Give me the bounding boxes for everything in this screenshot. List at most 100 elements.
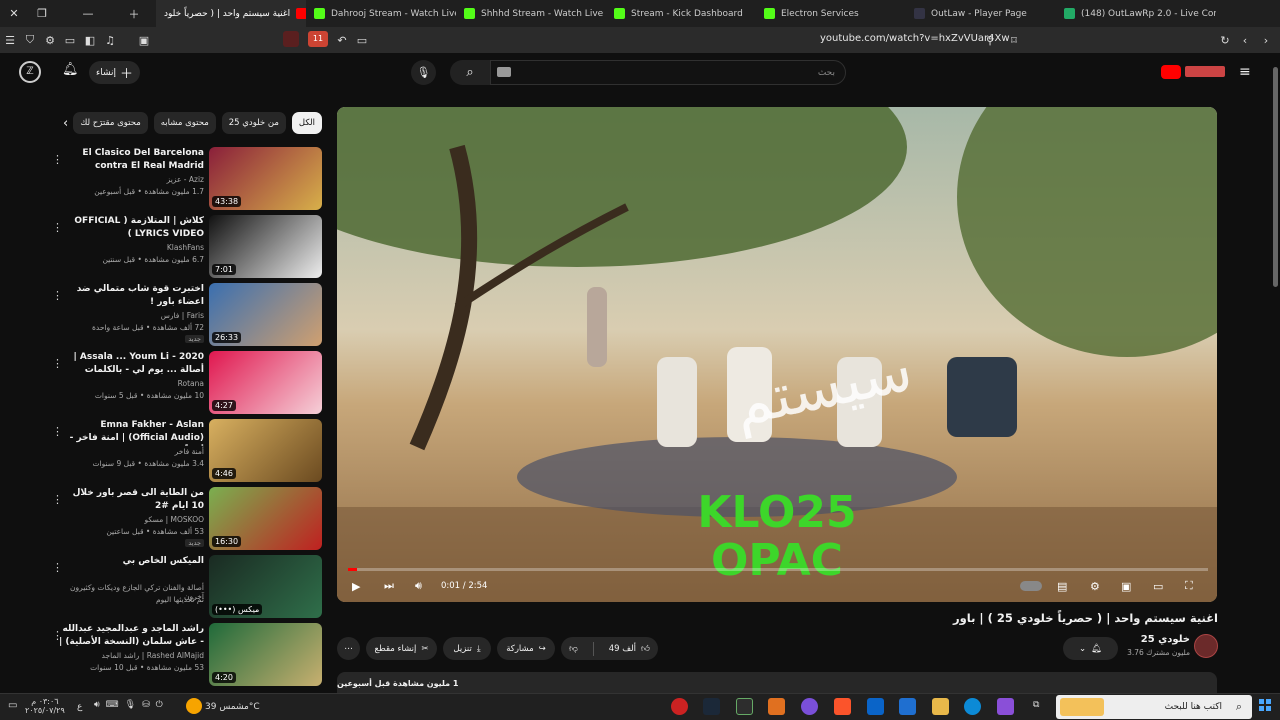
guide-menu-icon[interactable]: ≡: [1239, 64, 1251, 80]
video-channel[interactable]: أمنة فاخر: [59, 447, 204, 456]
new-tab-icon[interactable]: ＋: [120, 0, 148, 27]
dislike-icon[interactable]: 👎︎: [569, 644, 578, 654]
filter-chip[interactable]: من خلودي 25: [221, 112, 286, 134]
outlook-icon[interactable]: [867, 698, 884, 715]
browser-tab[interactable]: اغنية سيستم واحد | ( حصرياً خلود: [156, 0, 306, 27]
shields-badge[interactable]: 11: [308, 31, 328, 47]
subscribed-button[interactable]: ⌄ 🔔︎: [1063, 637, 1118, 660]
video-title[interactable]: Assala ... Youm Li - 2020 | أصالة ... يو…: [59, 351, 204, 377]
video-channel[interactable]: Rashed AlMajid | راشد الماجد: [59, 651, 204, 660]
video-player[interactable]: سيستم KLO25 OPAC: [337, 107, 1217, 602]
video-thumbnail[interactable]: 4:27: [209, 351, 322, 414]
channel-avatar[interactable]: [1194, 634, 1218, 658]
progress-bar[interactable]: [348, 568, 1208, 571]
subtitles-icon[interactable]: ▤: [1057, 577, 1067, 595]
app-icon-5[interactable]: [801, 698, 818, 715]
video-title[interactable]: El Clasico Del Barcelona contra El Real …: [59, 147, 204, 174]
description-box[interactable]: 1 مليون مشاهدة قبل أسبوعين: [337, 672, 1217, 694]
file-explorer-icon[interactable]: [932, 698, 949, 715]
more-options-icon[interactable]: ⋮: [52, 425, 63, 438]
more-options-icon[interactable]: ⋮: [52, 289, 63, 302]
video-channel[interactable]: Faris | فارس: [59, 311, 204, 320]
menu-icon[interactable]: ☰: [0, 27, 20, 53]
terminal-icon[interactable]: [736, 698, 753, 715]
account-avatar[interactable]: ℤ: [19, 61, 41, 83]
search-input[interactable]: بحث: [490, 60, 846, 85]
miniplayer-icon[interactable]: ▣: [1121, 577, 1131, 595]
youtube-logo-icon[interactable]: [1161, 65, 1181, 79]
back-history-icon[interactable]: ↶: [332, 27, 352, 53]
video-title[interactable]: الميكس الخاص بي: [59, 555, 204, 568]
voice-search-icon[interactable]: 🎙︎: [411, 60, 436, 85]
music-icon[interactable]: ♫: [100, 27, 120, 53]
steam-icon[interactable]: [703, 698, 720, 715]
share-button[interactable]: مشاركة ↪: [497, 637, 555, 660]
video-channel[interactable]: KlashFans: [59, 243, 204, 252]
video-title[interactable]: راشد الماجد و عبدالمجيد عبدالله - عاش سل…: [59, 623, 204, 650]
browser-tab[interactable]: OutLaw - Player Page: [906, 0, 1056, 27]
more-options-icon[interactable]: ⋮: [52, 221, 63, 234]
browser-tab[interactable]: Shhhd Stream - Watch Live on Kick: [456, 0, 606, 27]
clip-button[interactable]: إنشاء مقطع ✂: [366, 637, 437, 660]
video-channel[interactable]: Rotana: [59, 379, 204, 388]
video-thumbnail[interactable]: 7:01: [209, 215, 322, 278]
reading-list-icon[interactable]: ▭: [60, 27, 80, 53]
show-desktop-icon[interactable]: ▭: [8, 700, 17, 711]
like-icon[interactable]: 👍︎: [641, 644, 650, 654]
shield-icon[interactable]: ⛉: [20, 27, 40, 53]
more-options-icon[interactable]: ⋮: [52, 493, 63, 506]
video-thumbnail[interactable]: (•••) ميكس: [209, 555, 322, 618]
settings-icon[interactable]: ⚙: [1090, 577, 1100, 595]
cast-icon[interactable]: ▭: [352, 27, 372, 53]
video-channel[interactable]: Aziz - عزيز: [59, 175, 204, 184]
browser-tab[interactable]: Dahrooj Stream - Watch Live on Kick: [306, 0, 456, 27]
video-title[interactable]: Emna Fakher - Aslan (Official Audio) | ا…: [59, 419, 204, 446]
restore-window-icon[interactable]: ❐: [28, 0, 56, 27]
video-thumbnail[interactable]: 26:33: [209, 283, 322, 346]
autoplay-toggle[interactable]: [1020, 577, 1042, 595]
download-button[interactable]: تنزيل ⤓: [443, 637, 491, 660]
recommended-video[interactable]: (•••) ميكس الميكس الخاص بي أصالة والفنان ت…: [40, 553, 322, 621]
store-icon[interactable]: [899, 698, 916, 715]
play-button[interactable]: ▶: [352, 577, 360, 595]
theater-mode-icon[interactable]: ▭: [1153, 577, 1163, 595]
filter-chip[interactable]: محتوى مشابه: [153, 112, 216, 134]
create-button[interactable]: إنشاء ＋: [89, 61, 140, 84]
channel-name[interactable]: خلودي 25: [1110, 634, 1190, 645]
task-view-icon[interactable]: ⧉: [1033, 700, 1039, 710]
edge-icon[interactable]: [964, 698, 981, 715]
video-thumbnail[interactable]: 4:46: [209, 419, 322, 482]
recommended-video[interactable]: 4:46 Emna Fakher - Aslan (Official Audio)…: [40, 417, 322, 485]
back-icon[interactable]: ‹: [1235, 27, 1255, 53]
address-bar[interactable]: youtube.com/watch?v=hxZvVUar4Xw: [820, 33, 1010, 44]
taskbar-search[interactable]: اكتب هنا للبحث ⌕: [1056, 695, 1252, 719]
close-window-icon[interactable]: ✕: [0, 0, 28, 27]
clock[interactable]: ٠٣:٠٦ م ٢٠٢٥/٠٧/٢٩: [25, 697, 65, 715]
video-thumbnail[interactable]: 4:20: [209, 623, 322, 686]
more-options-icon[interactable]: ⋮: [52, 357, 63, 370]
language-indicator[interactable]: ع: [77, 702, 82, 712]
video-channel[interactable]: MOSKOO | مسكو: [59, 515, 204, 524]
chips-prev-icon[interactable]: ‹: [63, 116, 68, 131]
filter-chip[interactable]: محتوى مقترَح لك: [73, 112, 148, 134]
more-actions-icon[interactable]: ⋯: [337, 637, 360, 660]
recommended-video[interactable]: 4:27 Assala ... Youm Li - 2020 | أصالة ..…: [40, 349, 322, 417]
recommended-video[interactable]: 43:38 El Clasico Del Barcelona contra El …: [40, 145, 322, 213]
forward-icon[interactable]: ›: [1256, 27, 1276, 53]
browser-tab[interactable]: Electron Services: [756, 0, 906, 27]
video-thumbnail[interactable]: 43:38: [209, 147, 322, 210]
next-button[interactable]: ⏭: [384, 577, 394, 595]
notifications-icon[interactable]: 🔔︎: [62, 62, 79, 77]
start-button[interactable]: [1259, 699, 1271, 711]
keyboard-icon[interactable]: [497, 67, 511, 77]
weather-widget[interactable]: مشمس 39°C: [205, 702, 260, 712]
reload-icon[interactable]: ↻: [1215, 27, 1235, 53]
recommended-video[interactable]: 16:30 من الطاية الى قصر باور خلال 10 ايام…: [40, 485, 322, 553]
recommended-video[interactable]: 26:33 اختبرت قوة شاب متمالي ضد اعضاء باور…: [40, 281, 322, 349]
like-count[interactable]: 49 ألف: [609, 644, 636, 654]
volume-icon[interactable]: 🔊︎: [415, 577, 422, 595]
screenshot-icon[interactable]: ▣: [134, 27, 154, 53]
app-icon-4[interactable]: [768, 698, 785, 715]
sidebar-icon[interactable]: ◧: [80, 27, 100, 53]
browser-tab[interactable]: (148) OutLawRp 2.0 - Live Console: [1056, 0, 1216, 27]
